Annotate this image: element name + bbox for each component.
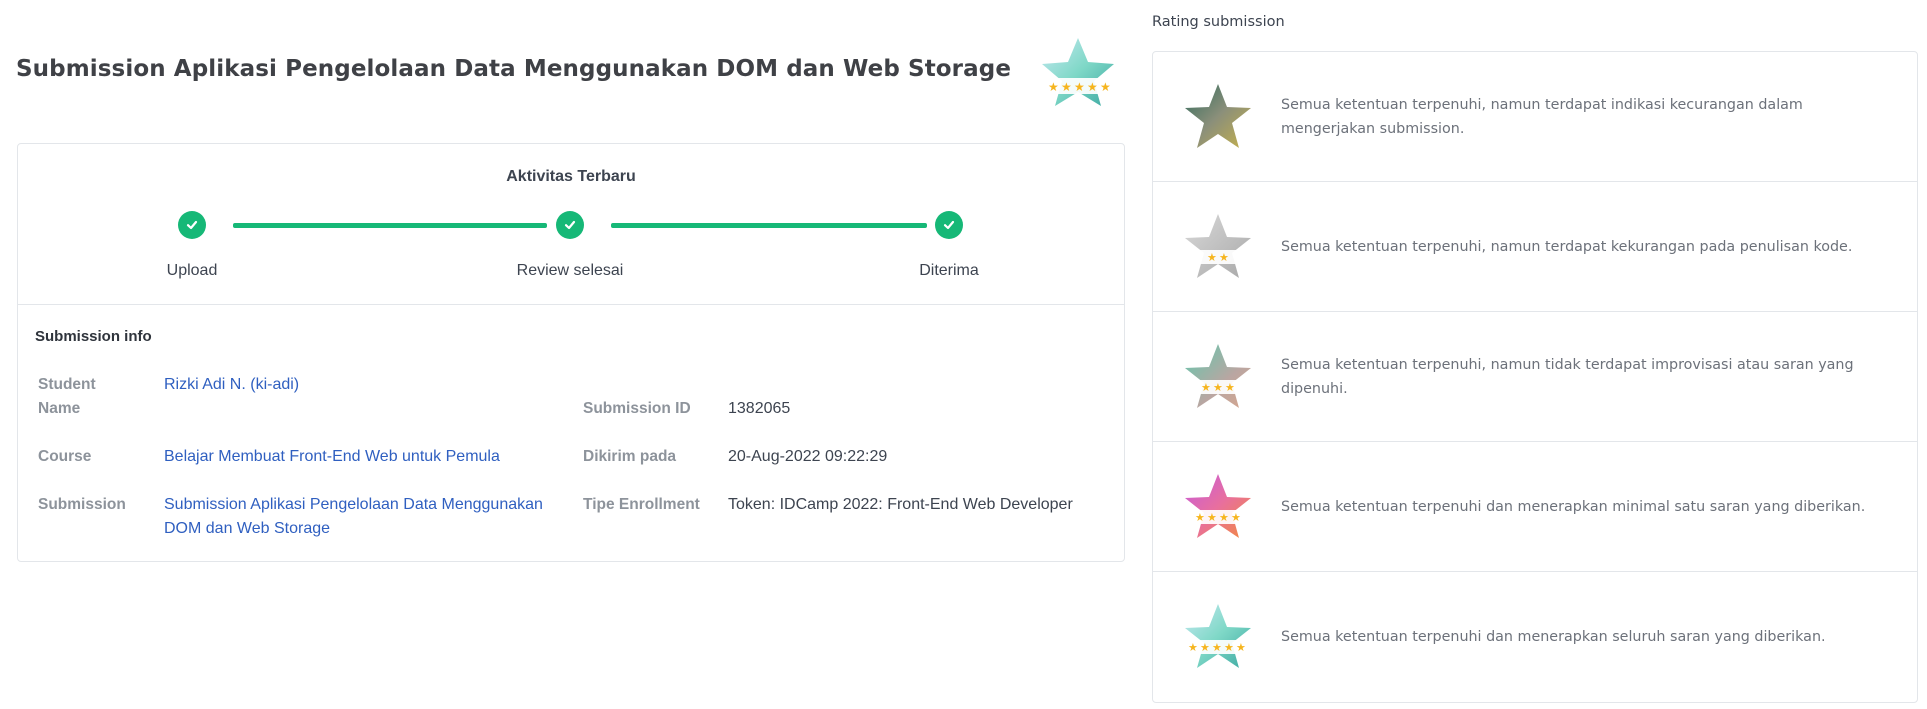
step-label-accepted: Diterima xyxy=(919,262,979,279)
rating-item: ★ ★ ★ Semua ketentuan terpenuhi, namun tid… xyxy=(1153,312,1917,442)
step-label-review: Review selesai xyxy=(516,262,624,279)
svg-text:★: ★ xyxy=(1236,641,1246,654)
step-progress-line xyxy=(611,223,927,228)
rating-item: ★ ★ ★ ★ ★ Semua ketentuan terpenuhi dan mene… xyxy=(1153,572,1917,702)
rating-description: Semua ketentuan terpenuhi dan menerapkan… xyxy=(1281,629,1826,645)
svg-text:★: ★ xyxy=(1231,511,1241,524)
svg-text:★: ★ xyxy=(1212,641,1222,654)
submission-info-title: Submission info xyxy=(35,328,152,345)
course-label: Course xyxy=(38,448,92,465)
svg-text:★: ★ xyxy=(1207,251,1217,264)
submission-card: Aktivitas Terbaru Upload Review selesai … xyxy=(17,143,1125,562)
activity-title: Aktivitas Terbaru xyxy=(506,168,636,185)
star-rating-4-icon: ★ ★ ★ ★ xyxy=(1185,474,1251,538)
svg-text:★: ★ xyxy=(1195,511,1205,524)
check-icon xyxy=(186,220,198,230)
svg-text:★: ★ xyxy=(1207,511,1217,524)
svg-text:★: ★ xyxy=(1224,641,1234,654)
course-link[interactable]: Belajar Membuat Front-End Web untuk Pemu… xyxy=(164,445,500,469)
sent-at-value: 20-Aug-2022 09:22:29 xyxy=(728,448,888,465)
svg-text:★: ★ xyxy=(1219,511,1229,524)
svg-text:★: ★ xyxy=(1087,80,1098,94)
svg-text:★: ★ xyxy=(1100,80,1111,94)
page-title: Submission Aplikasi Pengelolaan Data Men… xyxy=(16,56,1012,82)
step-upload-status-icon xyxy=(178,211,206,239)
star-rating-5-icon: ★ ★ ★ ★ ★ xyxy=(1185,604,1251,668)
rating-description: Semua ketentuan terpenuhi, namun terdapa… xyxy=(1281,238,1853,255)
svg-text:★: ★ xyxy=(1061,80,1072,94)
rating-heading: Rating submission xyxy=(1152,14,1285,30)
submission-id-value: 1382065 xyxy=(728,400,791,417)
rating-panel: Semua ketentuan terpenuhi, namun terdapa… xyxy=(1152,51,1918,703)
svg-text:★: ★ xyxy=(1201,381,1211,394)
star-rating-3-icon: ★ ★ ★ xyxy=(1185,344,1251,408)
rating-description: Semua ketentuan terpenuhi dan menerapkan… xyxy=(1281,498,1866,515)
star-rating-1-icon xyxy=(1185,84,1251,148)
step-label-upload: Upload xyxy=(166,262,218,279)
rating-description: Semua ketentuan terpenuhi, namun terdapa… xyxy=(1281,96,1803,137)
star-rating-2-icon: ★ ★ xyxy=(1185,214,1251,278)
sent-at-label: Dikirim pada xyxy=(583,448,677,465)
svg-text:★: ★ xyxy=(1219,251,1229,264)
svg-text:★: ★ xyxy=(1225,381,1235,394)
rating-item: ★ ★ Semua ketentuan terpenuhi, namun terd… xyxy=(1153,182,1917,312)
section-divider xyxy=(18,304,1124,305)
rating-item: Semua ketentuan terpenuhi, namun terdapa… xyxy=(1153,52,1917,182)
svg-text:★: ★ xyxy=(1188,641,1198,654)
rating-5-star-badge-icon: ★ ★ ★ ★ ★ xyxy=(1042,38,1114,106)
step-progress-line xyxy=(233,223,547,228)
enrollment-type-value: Token: IDCamp 2022: Front-End Web Develo… xyxy=(728,496,1073,513)
student-name-label: Student Name xyxy=(38,376,96,417)
step-accepted-status-icon xyxy=(935,211,963,239)
student-name-link[interactable]: Rizki Adi N. (ki-adi) xyxy=(164,373,299,397)
svg-text:★: ★ xyxy=(1048,80,1059,94)
svg-text:★: ★ xyxy=(1074,80,1085,94)
svg-text:★: ★ xyxy=(1200,641,1210,654)
check-icon xyxy=(943,220,955,230)
rating-description: Semua ketentuan terpenuhi, namun tidak t… xyxy=(1281,356,1854,397)
submission-label: Submission xyxy=(38,496,126,513)
enrollment-type-label: Tipe Enrollment xyxy=(583,496,700,513)
check-icon xyxy=(564,220,576,230)
svg-text:★: ★ xyxy=(1213,381,1223,394)
submission-id-label: Submission ID xyxy=(583,400,691,417)
rating-item: ★ ★ ★ ★ Semua ketentuan terpenuhi dan mener… xyxy=(1153,442,1917,572)
step-review-status-icon xyxy=(556,211,584,239)
submission-link[interactable]: Submission Aplikasi Pengelolaan Data Men… xyxy=(164,493,564,541)
